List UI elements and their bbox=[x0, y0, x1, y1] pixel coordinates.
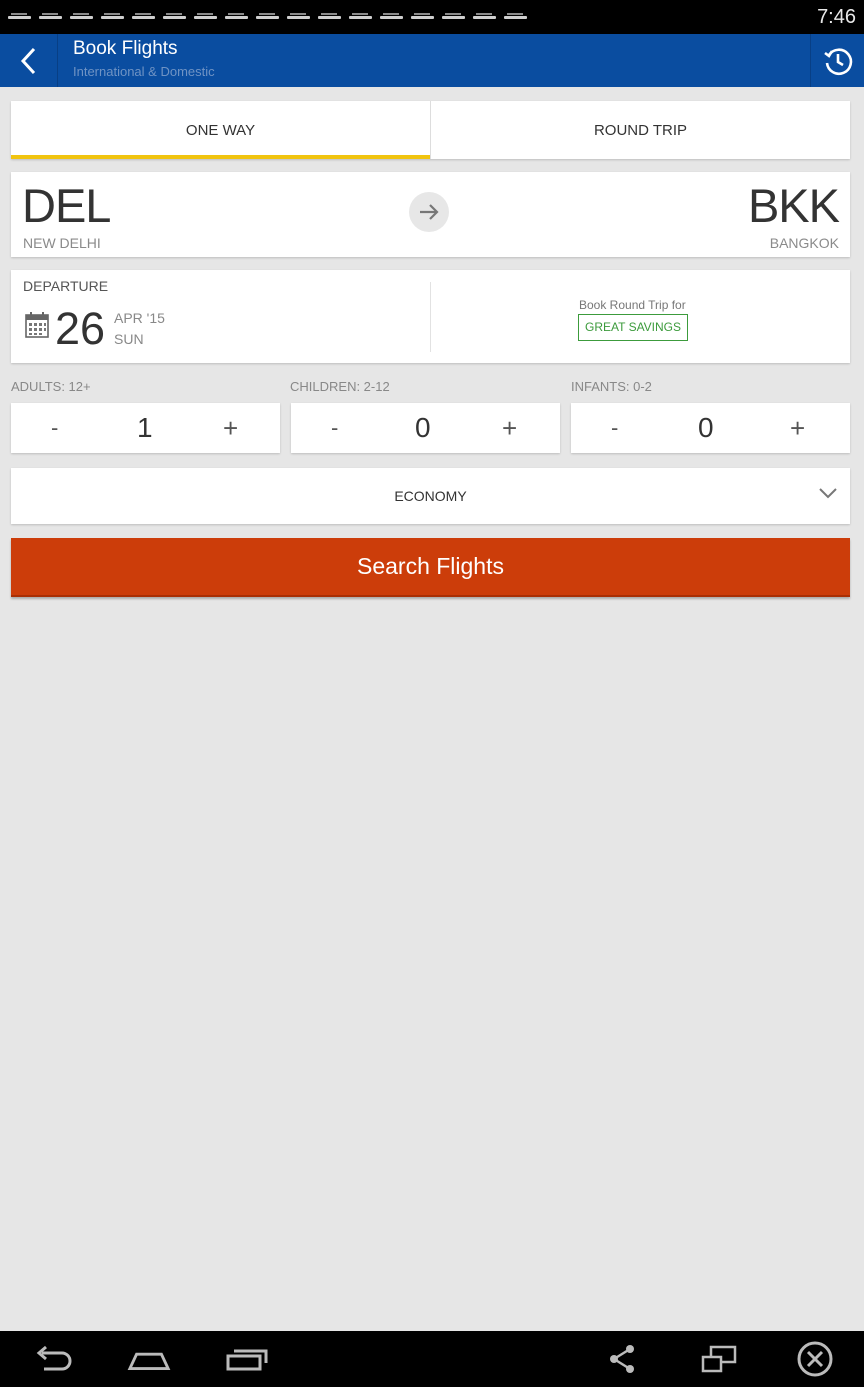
page-subtitle: International & Domestic bbox=[73, 64, 215, 79]
children-decrement-button[interactable]: - bbox=[331, 403, 338, 453]
tab-round-trip[interactable]: ROUND TRIP bbox=[430, 101, 850, 159]
home-icon[interactable] bbox=[127, 1343, 171, 1375]
calendar-icon bbox=[25, 312, 49, 338]
back-icon[interactable] bbox=[31, 1343, 75, 1375]
adults-count: 1 bbox=[137, 412, 153, 443]
round-trip-promo-text[interactable]: Book Round Trip for bbox=[579, 298, 686, 312]
status-bar: 7:46 bbox=[0, 0, 864, 34]
ndtv-icon bbox=[101, 13, 124, 22]
cabin-class-value: ECONOMY bbox=[394, 488, 467, 504]
great-savings-badge[interactable]: GREAT SAVINGS bbox=[578, 314, 689, 341]
ndtv-icon bbox=[225, 13, 248, 22]
ndtv-icon bbox=[8, 13, 31, 22]
ndtv-icon bbox=[256, 13, 279, 22]
departure-label: DEPARTURE bbox=[23, 278, 109, 294]
chevron-left-icon bbox=[20, 47, 35, 74]
origin-city[interactable]: NEW DELHI bbox=[23, 235, 101, 251]
page-title: Book Flights bbox=[73, 38, 178, 59]
notification-icons bbox=[8, 13, 527, 22]
children-label: CHILDREN: 2-12 bbox=[290, 379, 390, 394]
infants-count: 0 bbox=[698, 412, 714, 443]
children-increment-button[interactable]: + bbox=[502, 403, 517, 453]
origin-code[interactable]: DEL bbox=[22, 178, 111, 233]
history-icon bbox=[823, 47, 852, 75]
destination-code[interactable]: BKK bbox=[748, 178, 840, 233]
title-block: Book Flights International & Domestic bbox=[73, 38, 215, 79]
ndtv-icon bbox=[70, 13, 93, 22]
adults-increment-button[interactable]: + bbox=[223, 403, 238, 453]
departure-weekday[interactable]: SUN bbox=[114, 331, 144, 347]
system-nav-bar bbox=[0, 1331, 864, 1387]
destination-city[interactable]: BANGKOK bbox=[770, 235, 839, 251]
children-count: 0 bbox=[415, 412, 431, 443]
share-icon[interactable] bbox=[600, 1343, 644, 1375]
ndtv-icon bbox=[194, 13, 217, 22]
ndtv-icon bbox=[473, 13, 496, 22]
infants-label: INFANTS: 0-2 bbox=[571, 379, 652, 394]
ndtv-icon bbox=[39, 13, 62, 22]
ndtv-icon bbox=[442, 13, 465, 22]
children-stepper: - 0 + bbox=[291, 403, 560, 453]
search-flights-button[interactable]: Search Flights bbox=[11, 538, 850, 597]
tab-one-way[interactable]: ONE WAY bbox=[11, 101, 430, 159]
trip-type-tabs: ONE WAY ROUND TRIP bbox=[11, 101, 850, 159]
divider bbox=[430, 282, 431, 352]
swap-button[interactable] bbox=[409, 192, 449, 232]
status-clock: 7:46 bbox=[817, 6, 856, 28]
ndtv-icon bbox=[287, 13, 310, 22]
ndtv-icon bbox=[318, 13, 341, 22]
adults-stepper: - 1 + bbox=[11, 403, 280, 453]
ndtv-icon bbox=[349, 13, 372, 22]
ndtv-icon bbox=[504, 13, 527, 22]
route-card: DEL NEW DELHI BKK BANGKOK bbox=[11, 172, 850, 257]
recent-apps-icon[interactable] bbox=[225, 1343, 269, 1375]
chevron-down-icon bbox=[819, 488, 837, 499]
infants-decrement-button[interactable]: - bbox=[611, 403, 618, 453]
departure-day[interactable]: 26 bbox=[55, 303, 105, 355]
ndtv-icon bbox=[132, 13, 155, 22]
infants-stepper: - 0 + bbox=[571, 403, 850, 453]
close-icon[interactable] bbox=[793, 1341, 837, 1377]
cabin-class-select[interactable]: ECONOMY bbox=[11, 468, 850, 524]
departure-month[interactable]: APR '15 bbox=[114, 310, 165, 326]
infants-increment-button[interactable]: + bbox=[790, 403, 805, 453]
ndtv-icon bbox=[380, 13, 403, 22]
ndtv-icon bbox=[411, 13, 434, 22]
history-button[interactable] bbox=[810, 34, 864, 87]
app-bar: Book Flights International & Domestic bbox=[0, 34, 864, 87]
ndtv-icon bbox=[163, 13, 186, 22]
screen-toggle-icon[interactable] bbox=[697, 1343, 741, 1375]
back-button[interactable] bbox=[0, 34, 58, 87]
adults-decrement-button[interactable]: - bbox=[51, 403, 58, 453]
adults-label: ADULTS: 12+ bbox=[11, 379, 91, 394]
dates-card: DEPARTURE 26 APR '15 SUN Book Round Trip… bbox=[11, 270, 850, 363]
arrow-right-icon bbox=[420, 204, 439, 220]
